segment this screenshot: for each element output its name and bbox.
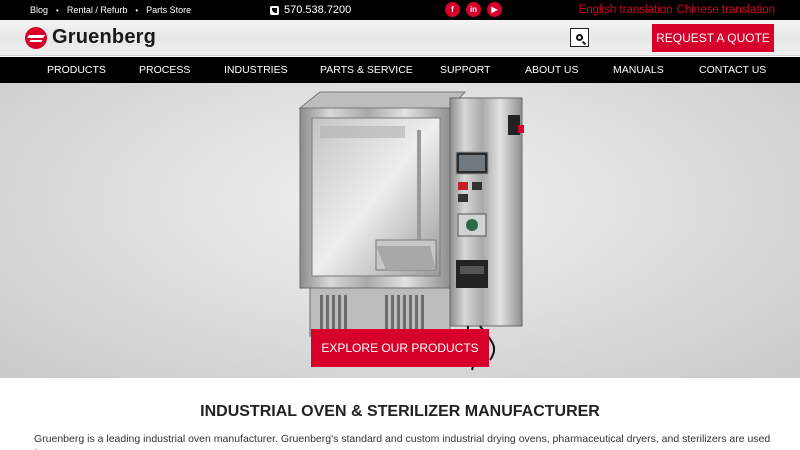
blog-link[interactable]: Blog (30, 5, 48, 15)
search-icon (576, 34, 583, 41)
logo-text: Gruenberg (52, 26, 157, 48)
page-title: INDUSTRIAL OVEN & STERILIZER MANUFACTURE… (200, 403, 600, 420)
parts-store-link[interactable]: Parts Store (146, 5, 191, 15)
nav-item-contact-us[interactable]: CONTACT US (699, 57, 766, 83)
nav-item-process[interactable]: PROCESS (139, 57, 190, 83)
phone-number: 570.538.7200 (284, 4, 352, 16)
nav-item-industries[interactable]: INDUSTRIES (224, 57, 288, 83)
nav-item-about-us[interactable]: ABOUT US (525, 57, 578, 83)
social-links: f in ▶ (445, 2, 502, 17)
main-nav: PRODUCTS PROCESS INDUSTRIES PARTS & SERV… (0, 57, 800, 83)
nav-item-products[interactable]: PRODUCTS (47, 57, 106, 83)
utility-links: Blog • Rental / Refurb • Parts Store (30, 0, 191, 20)
hero-banner: EXPLORE OUR PRODUCTS (0, 83, 800, 378)
site-header: Gruenberg REQUEST A QUOTE (0, 20, 800, 56)
phone-link[interactable]: 570.538.7200 (270, 0, 351, 20)
nav-item-manuals[interactable]: MANUALS (613, 57, 664, 83)
translation-links: English translation Chinese translation (579, 0, 775, 20)
chinese-translation-link[interactable]: Chinese translation (677, 4, 775, 16)
phone-icon (270, 5, 279, 15)
top-utility-bar: Blog • Rental / Refurb • Parts Store 570… (0, 0, 800, 20)
nav-item-support[interactable]: SUPPORT (440, 57, 491, 83)
english-translation-link[interactable]: English translation (579, 4, 673, 16)
logo-mark-icon (25, 26, 47, 49)
youtube-icon[interactable]: ▶ (487, 2, 502, 17)
explore-products-button[interactable]: EXPLORE OUR PRODUCTS (311, 329, 489, 367)
search-button[interactable] (570, 28, 589, 47)
request-quote-button[interactable]: REQUEST A QUOTE (652, 24, 774, 52)
linkedin-icon[interactable]: in (466, 2, 481, 17)
nav-item-parts-service[interactable]: PARTS & SERVICE (320, 57, 413, 83)
rental-refurb-link[interactable]: Rental / Refurb (67, 5, 128, 15)
logo[interactable]: Gruenberg (25, 26, 156, 49)
intro-paragraph: Gruenberg is a leading industrial oven m… (34, 433, 771, 450)
facebook-icon[interactable]: f (445, 2, 460, 17)
link-separator: • (135, 5, 139, 15)
link-separator: • (56, 5, 59, 15)
